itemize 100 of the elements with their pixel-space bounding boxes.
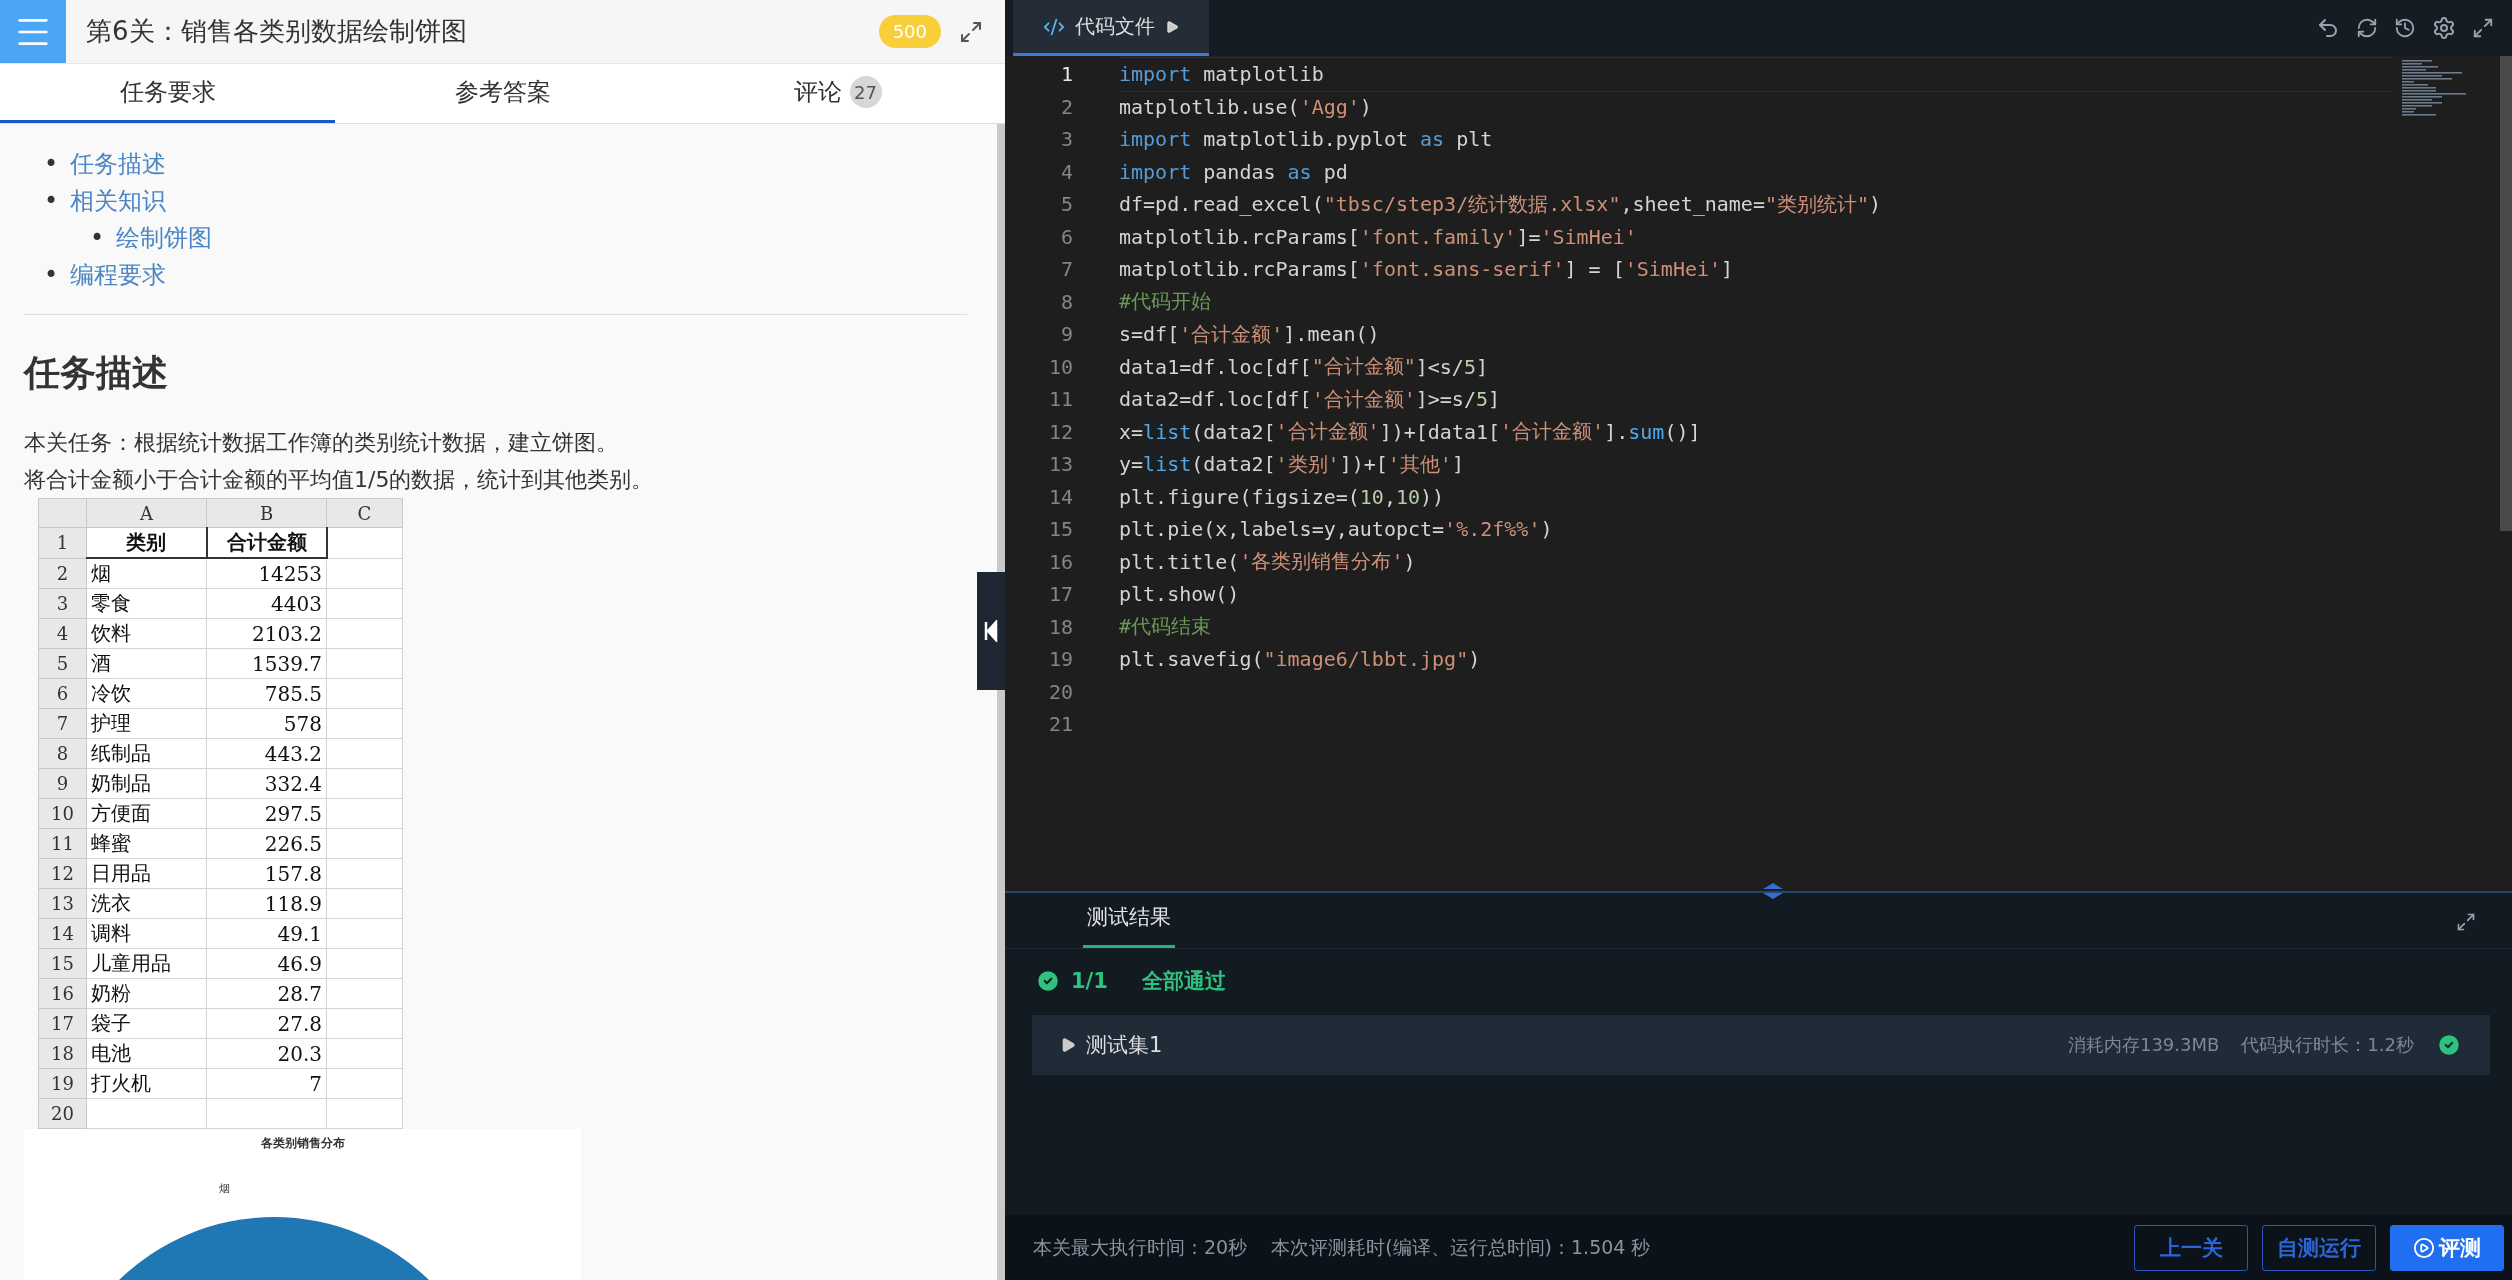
- table-cell: 洗衣: [86, 888, 207, 919]
- line-number: 21: [1047, 712, 1073, 737]
- line-number: 5: [1059, 192, 1073, 217]
- row-header: 7: [38, 708, 87, 739]
- pass-count: 1/1: [1071, 969, 1108, 993]
- row-header: 19: [38, 1068, 87, 1099]
- line-number: 19: [1047, 647, 1073, 672]
- column-header: A: [86, 498, 207, 528]
- settings-icon[interactable]: [2432, 16, 2456, 40]
- code-line: matplotlib.rcParams['font.sans-serif'] = ['SimHei']: [1119, 256, 1735, 284]
- menu-button[interactable]: [0, 0, 66, 63]
- line-number: 15: [1047, 517, 1073, 542]
- table-cell: 7: [206, 1068, 327, 1099]
- table-cell: 饮料: [86, 618, 207, 649]
- undo-icon[interactable]: [2316, 16, 2340, 40]
- play-icon: [1165, 19, 1179, 34]
- code-line: x=list(data2['合计金额'])+[data1['合计金额'].sum()]: [1119, 418, 1702, 446]
- collapse-icon: [984, 620, 998, 642]
- code-line: df=pd.read_excel("tbsc/step3/统计数据.xlsx",sheet_name="类别统计"): [1119, 190, 1883, 219]
- toc-link[interactable]: 任务描述: [70, 150, 166, 178]
- test-set-row[interactable]: 测试集1 消耗内存139.3MB 代码执行时长：1.2秒: [1032, 1015, 2490, 1075]
- table-cell: 578: [206, 708, 327, 739]
- action-button[interactable]: 上一关: [2134, 1224, 2248, 1271]
- page-title: 第6关：销售各类别数据绘制饼图: [86, 15, 468, 48]
- column-header: B: [206, 498, 327, 528]
- table-cell: 方便面: [86, 798, 207, 829]
- table-cell: 297.5: [206, 798, 327, 829]
- row-header: 14: [38, 918, 87, 949]
- elapsed-time: 本次评测耗时(编译、运行总时间)：1.504 秒: [1271, 1234, 1651, 1260]
- table-cell: 护理: [86, 708, 207, 739]
- table-cell: 蜂蜜: [86, 828, 207, 859]
- row-header: 12: [38, 858, 87, 889]
- line-number: 3: [1059, 127, 1073, 152]
- table-cell: 157.8: [206, 858, 327, 889]
- table-cell: 20.3: [206, 1038, 327, 1069]
- paragraph: 将合计金额小于合计金额的平均值1/5的数据，统计到其他类别。: [24, 466, 655, 494]
- table-cell: 46.9: [206, 948, 327, 979]
- line-number: 10: [1047, 354, 1073, 379]
- line-number: 4: [1059, 159, 1073, 184]
- table-cell: 类别: [86, 527, 207, 558]
- tab[interactable]: 评论 27: [670, 64, 1005, 123]
- table-cell: 儿童用品: [86, 948, 207, 979]
- paragraph: 本关任务：根据统计数据工作簿的类别统计数据，建立饼图。: [24, 429, 619, 457]
- row-header: 6: [38, 678, 87, 709]
- table-cell: 332.4: [206, 768, 327, 799]
- chart-title: 各类别销售分布: [260, 1135, 345, 1152]
- table-cell: 118.9: [206, 888, 327, 919]
- code-line: matplotlib.rcParams['font.family']='SimHei': [1119, 223, 1638, 251]
- code-line: plt.pie(x,labels=y,autopct='%.2f%%'): [1119, 516, 1554, 544]
- collapse-handle[interactable]: [977, 572, 1005, 690]
- line-number: 7: [1059, 257, 1073, 282]
- table-cell: 冷饮: [86, 678, 207, 709]
- refresh-icon[interactable]: [2356, 17, 2378, 39]
- action-button[interactable]: 自测运行: [2262, 1224, 2376, 1271]
- table-cell: 1539.7: [206, 648, 327, 679]
- table-cell: 合计金额: [206, 527, 327, 558]
- code-line: data2=df.loc[df['合计金额']>=s/5]: [1119, 385, 1502, 414]
- bullet: •: [90, 223, 106, 254]
- table-cell: 日用品: [86, 858, 207, 889]
- tab[interactable]: 任务要求: [0, 64, 335, 123]
- bullet: •: [44, 186, 60, 217]
- row-header: 13: [38, 888, 87, 919]
- code-line: plt.savefig("image6/lbbt.jpg"): [1119, 646, 1482, 674]
- code-line: #代码开始: [1119, 288, 1213, 316]
- code-line: #代码结束: [1119, 613, 1213, 641]
- row-header: 11: [38, 828, 87, 859]
- code-line: plt.title('各类别销售分布'): [1119, 548, 1417, 576]
- file-tab[interactable]: 代码文件: [1013, 0, 1209, 56]
- code-line: s=df['合计金额'].mean(): [1119, 320, 1381, 349]
- tab[interactable]: 参考答案: [335, 64, 670, 123]
- line-number: 8: [1059, 289, 1073, 314]
- column-header: C: [326, 498, 403, 528]
- toc-link[interactable]: 绘制饼图: [116, 224, 212, 252]
- row-header: 4: [38, 618, 87, 649]
- history-icon[interactable]: [2394, 17, 2416, 39]
- table-cell: 袋子: [86, 1008, 207, 1039]
- line-number: 1: [1059, 62, 1073, 87]
- results-tab[interactable]: 测试结果: [1083, 903, 1175, 948]
- line-number: 9: [1059, 322, 1073, 347]
- table-cell: 电池: [86, 1038, 207, 1069]
- scrollbar[interactable]: [2500, 56, 2512, 531]
- play-icon: [2413, 1236, 2435, 1259]
- action-button[interactable]: 评测: [2390, 1224, 2504, 1271]
- table-cell: 27.8: [206, 1008, 327, 1039]
- table-cell: 零食: [86, 588, 207, 619]
- toc-link[interactable]: 相关知识: [70, 187, 166, 215]
- toc-link[interactable]: 编程要求: [70, 261, 166, 289]
- table-cell: 226.5: [206, 828, 327, 859]
- row-header: 17: [38, 1008, 87, 1039]
- run-duration: 代码执行时长：1.2秒: [2241, 1033, 2414, 1057]
- table-cell: 2103.2: [206, 618, 327, 649]
- code-line: plt.figure(figsize=(10,10)): [1119, 483, 1446, 511]
- table-cell: 打火机: [86, 1068, 207, 1099]
- memory-usage: 消耗内存139.3MB: [2067, 1033, 2220, 1057]
- line-number: 17: [1047, 582, 1073, 607]
- score-badge: 500: [878, 15, 941, 48]
- code-line: matplotlib.use('Agg'): [1119, 93, 1373, 121]
- table-cell: 纸制品: [86, 738, 207, 769]
- row-header: 16: [38, 978, 87, 1009]
- row-header: 1: [38, 527, 87, 558]
